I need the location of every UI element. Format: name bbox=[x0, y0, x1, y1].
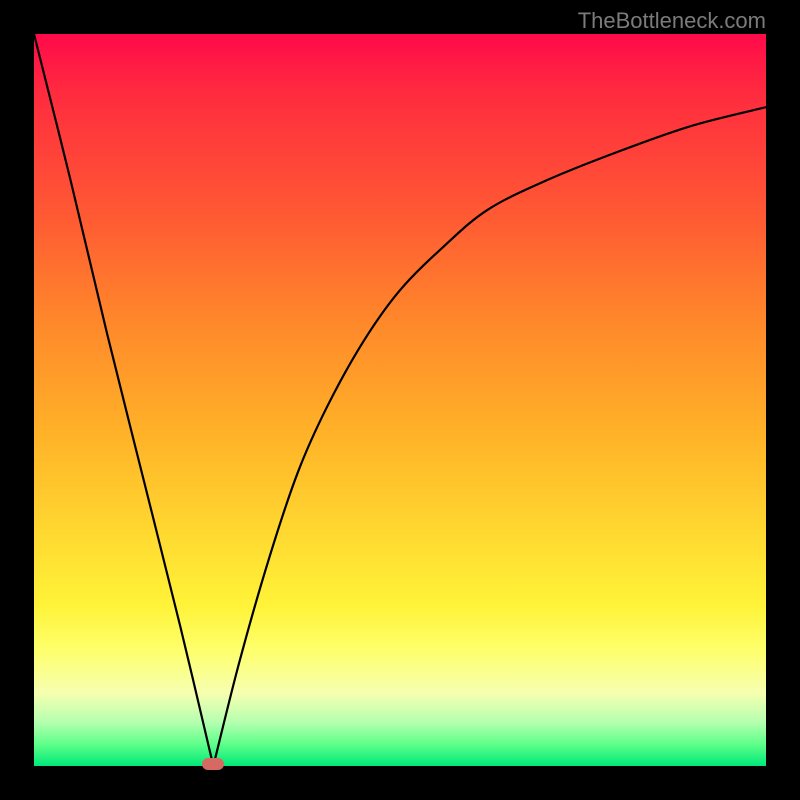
watermark-text: TheBottleneck.com bbox=[578, 8, 766, 34]
chart-frame: TheBottleneck.com bbox=[0, 0, 800, 800]
bottleneck-curve bbox=[34, 34, 766, 766]
curve-path bbox=[34, 34, 766, 766]
optimum-marker bbox=[202, 758, 224, 770]
